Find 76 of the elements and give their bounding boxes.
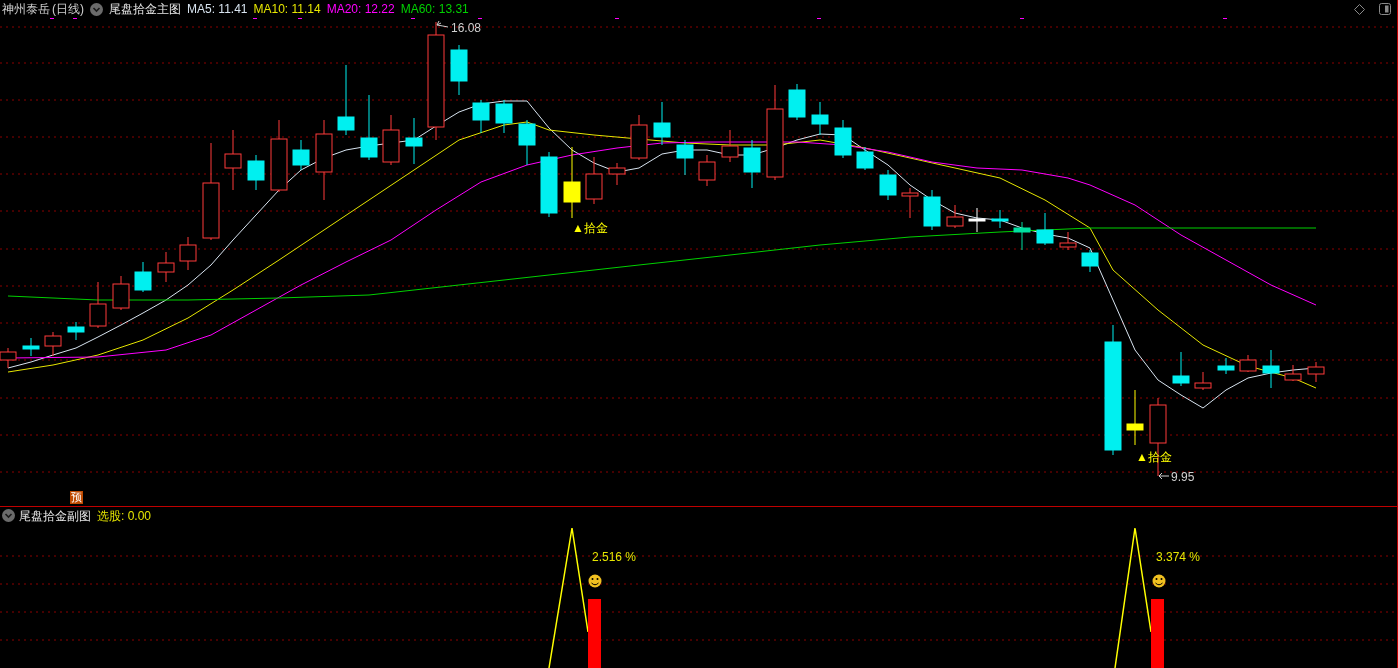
candlestick bbox=[1081, 249, 1099, 273]
candlestick bbox=[112, 275, 130, 311]
candlestick bbox=[540, 151, 558, 218]
candlestick bbox=[247, 154, 265, 191]
high-price-label: 16.08 bbox=[451, 21, 482, 35]
signal-bar bbox=[588, 599, 601, 668]
candlestick bbox=[676, 139, 694, 176]
candlestick bbox=[89, 281, 107, 329]
candlestick bbox=[788, 83, 806, 121]
candlestick bbox=[1059, 231, 1077, 251]
smiley-icon bbox=[588, 574, 602, 588]
candlestick bbox=[968, 207, 986, 233]
candlestick bbox=[1307, 361, 1325, 383]
candlestick bbox=[518, 119, 536, 166]
candlestick bbox=[1172, 351, 1190, 387]
percent-label: 2.516 % bbox=[592, 550, 637, 564]
candlestick bbox=[856, 146, 874, 171]
diamond-icon[interactable] bbox=[1354, 3, 1365, 15]
candlestick bbox=[1126, 389, 1144, 446]
chevron-down-icon[interactable] bbox=[2, 509, 15, 522]
candlestick bbox=[879, 169, 897, 201]
candlestick bbox=[157, 251, 175, 283]
candlestick bbox=[743, 139, 761, 189]
chevron-down-icon[interactable] bbox=[90, 2, 103, 16]
candlestick bbox=[44, 331, 62, 357]
candlestick bbox=[495, 99, 513, 134]
smiley-icon bbox=[1152, 574, 1166, 588]
percent-label: 3.374 % bbox=[1156, 550, 1201, 564]
candlestick bbox=[811, 101, 829, 136]
candlestick bbox=[698, 154, 716, 187]
stock-pick-value: 选股: 0.00 bbox=[97, 509, 152, 522]
sub-indicator-title: 尾盘拾金副图 bbox=[19, 509, 91, 522]
signal-bar bbox=[1151, 599, 1164, 668]
candlestick bbox=[179, 236, 197, 271]
period-label: (日线) bbox=[52, 3, 84, 15]
candlestick bbox=[1013, 221, 1031, 251]
moving-average-value: MA60: 13.31 bbox=[400, 3, 469, 15]
signal-label: ▲拾金 bbox=[572, 221, 608, 235]
candlestick bbox=[585, 156, 603, 205]
candlestick bbox=[22, 337, 40, 357]
low-price-label: 9.95 bbox=[1171, 470, 1195, 484]
candlestick bbox=[1284, 364, 1302, 382]
candlestick bbox=[382, 114, 400, 166]
candlestick bbox=[1262, 349, 1280, 389]
candlestick bbox=[608, 162, 626, 186]
candlestick bbox=[292, 139, 310, 171]
candlestick bbox=[405, 117, 423, 165]
candlestick bbox=[1036, 212, 1054, 246]
panel-toggle-icon[interactable] bbox=[1379, 3, 1391, 15]
candlestick bbox=[834, 119, 852, 159]
indicator-title: 尾盘拾金主图 bbox=[109, 3, 181, 15]
candlestick bbox=[134, 261, 152, 293]
candlestick bbox=[653, 101, 671, 146]
high-pointer-icon bbox=[436, 20, 449, 28]
candlestick bbox=[721, 129, 739, 163]
candlestick bbox=[337, 64, 355, 136]
candlestick bbox=[472, 99, 490, 134]
candlestick bbox=[450, 44, 468, 96]
candlestick bbox=[630, 114, 648, 161]
low-pointer-icon bbox=[1158, 472, 1170, 480]
candlestick bbox=[360, 94, 378, 161]
candlestick bbox=[946, 204, 964, 229]
moving-average-value: MA20: 12.22 bbox=[326, 3, 395, 15]
forecast-badge: 预 bbox=[70, 491, 83, 504]
signal-label: ▲拾金 bbox=[1136, 450, 1172, 464]
moving-average-value: MA5: 11.41 bbox=[187, 3, 248, 15]
candlestick bbox=[1239, 354, 1257, 373]
candlestick bbox=[1194, 371, 1212, 391]
candlestick bbox=[224, 129, 242, 191]
candlestick bbox=[923, 189, 941, 231]
candlestick bbox=[991, 209, 1009, 229]
moving-average-value: MA10: 11.14 bbox=[253, 3, 321, 15]
stock-name: 神州泰岳 bbox=[2, 3, 50, 15]
candlestick bbox=[67, 321, 85, 341]
candlestick bbox=[1217, 357, 1235, 375]
candlestick bbox=[901, 187, 919, 219]
